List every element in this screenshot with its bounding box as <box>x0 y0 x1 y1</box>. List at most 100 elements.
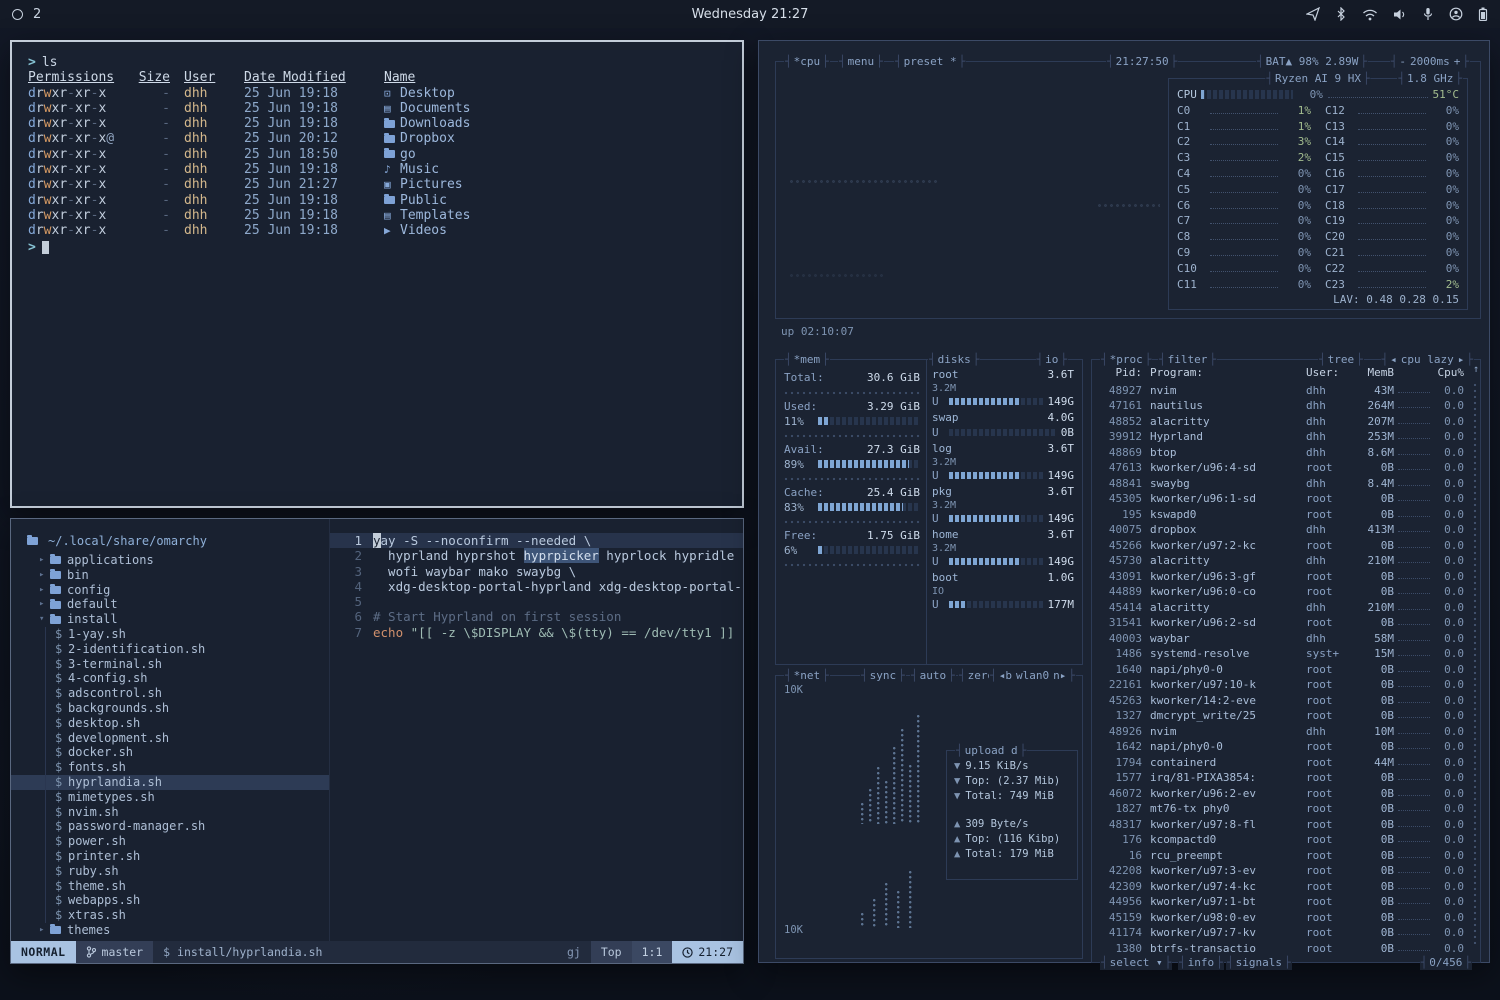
mem-box-label[interactable]: ┤*mem├ <box>784 352 830 367</box>
process-row[interactable]: 45263kworker/14:2-everoot0B0.0 <box>1100 691 1474 707</box>
proc-sort-selector[interactable]: ┤◂cpu lazy▸├ <box>1381 352 1474 367</box>
tree-item[interactable]: $theme.sh <box>11 879 329 894</box>
process-row[interactable]: 45730alacrittydhh210M0.0 <box>1100 552 1474 568</box>
tree-item[interactable]: ▸default <box>11 597 329 612</box>
proc-tree-toggle[interactable]: ┤tree├ <box>1318 352 1364 367</box>
tree-item[interactable]: $xtras.sh <box>11 908 329 923</box>
code-line[interactable]: 1yay -S --noconfirm --needed \ <box>330 533 743 548</box>
process-row[interactable]: 1827mt76-tx phy0root0B0.0 <box>1100 800 1474 816</box>
process-row[interactable]: 42208kworker/u97:3-evroot0B0.0 <box>1100 862 1474 878</box>
disks-toggle[interactable]: ┤disks├ <box>928 352 980 367</box>
io-toggle[interactable]: ┤io├ <box>1036 352 1069 367</box>
tree-item[interactable]: $power.sh <box>11 834 329 849</box>
preset-button[interactable]: ┤preset *├ <box>894 54 966 69</box>
file-tree-root[interactable]: ~/.local/share/omarchy <box>11 533 329 549</box>
tree-item[interactable]: $1-yay.sh <box>11 627 329 642</box>
prompt-line-empty[interactable]: > <box>28 240 726 255</box>
process-row[interactable]: 40075dropboxdhh413M0.0 <box>1100 521 1474 537</box>
microphone-icon[interactable] <box>1422 7 1434 21</box>
process-row[interactable]: 47161nautilusdhh264M0.0 <box>1100 397 1474 413</box>
cpu-box-label[interactable]: ┤*cpu├ <box>784 54 830 69</box>
process-row[interactable]: 48927nvimdhh43M0.0 <box>1100 381 1474 397</box>
process-row[interactable]: 48926nvimdhh10M0.0 <box>1100 722 1474 738</box>
process-row[interactable]: 195kswapd0root0B0.0 <box>1100 505 1474 521</box>
menu-button[interactable]: ┤menu├ <box>838 54 884 69</box>
tree-item[interactable]: $docker.sh <box>11 745 329 760</box>
code-line[interactable]: 2 hyprland hyprshot hyprpicker hyprlock … <box>330 548 743 563</box>
process-row[interactable]: 44956kworker/u97:1-btroot0B0.0 <box>1100 893 1474 909</box>
update-interval[interactable]: ┤-2000ms+├ <box>1390 54 1470 69</box>
net-box-label[interactable]: ┤*net├ <box>784 668 830 683</box>
tree-item[interactable]: ▸config <box>11 583 329 598</box>
launcher-icon[interactable] <box>12 9 23 20</box>
btop-window[interactable]: ┤*cpu├ ┤menu├ ┤preset *├ ┤21:27:50├ ┤BAT… <box>758 40 1490 963</box>
tree-item[interactable]: $mimetypes.sh <box>11 790 329 805</box>
battery-icon[interactable] <box>1478 7 1488 21</box>
wifi-icon[interactable] <box>1362 8 1378 21</box>
code-line[interactable]: 5 <box>330 594 743 609</box>
tree-item[interactable]: $password-manager.sh <box>11 819 329 834</box>
editor-window[interactable]: ~/.local/share/omarchy ▸applications▸bin… <box>10 518 744 964</box>
proc-signals-button[interactable]: ┤signals├ <box>1226 955 1292 970</box>
scroll-up-icon[interactable]: ↑ <box>1473 364 1479 375</box>
process-row[interactable]: 22161kworker/u97:10-kroot0B0.0 <box>1100 676 1474 692</box>
user-circle-icon[interactable] <box>1449 7 1463 21</box>
tree-item[interactable]: ▾install <box>11 612 329 627</box>
tree-item[interactable]: $webapps.sh <box>11 893 329 908</box>
tree-item[interactable]: $4-config.sh <box>11 671 329 686</box>
process-row[interactable]: 40003waybardhh58M0.0 <box>1100 629 1474 645</box>
tree-item[interactable]: $nvim.sh <box>11 805 329 820</box>
process-row[interactable]: 48869btopdhh8.6M0.0 <box>1100 443 1474 459</box>
process-row[interactable]: 48317kworker/u97:8-flroot0B0.0 <box>1100 815 1474 831</box>
process-row[interactable]: 48852alacrittydhh207M0.0 <box>1100 412 1474 428</box>
send-icon[interactable] <box>1306 7 1320 21</box>
process-row[interactable]: 1640napi/phy0-0root0B0.0 <box>1100 660 1474 676</box>
tree-item[interactable]: ▸themes <box>11 923 329 938</box>
net-panel-title[interactable]: ┤upload d├ <box>955 743 1027 758</box>
process-row[interactable]: 48841swaybgdhh8.4M0.0 <box>1100 474 1474 490</box>
code-line[interactable]: 6# Start Hyprland on first session <box>330 609 743 624</box>
process-row[interactable]: 39912Hyprlanddhh253M0.0 <box>1100 428 1474 444</box>
process-row[interactable]: 1794containerdroot44M0.0 <box>1100 753 1474 769</box>
proc-scrollbar[interactable] <box>1473 382 1477 944</box>
tree-item[interactable]: $backgrounds.sh <box>11 701 329 716</box>
process-row[interactable]: 1380btrfs-transactioroot0B0.0 <box>1100 939 1474 955</box>
proc-box-label[interactable]: ┤*proc├ <box>1100 352 1152 367</box>
process-row[interactable]: 45266kworker/u97:2-kcroot0B0.0 <box>1100 536 1474 552</box>
tree-item[interactable]: $development.sh <box>11 731 329 746</box>
process-row[interactable]: 1577irq/81-PIXA3854:root0B0.0 <box>1100 769 1474 785</box>
code-line[interactable]: 4 xdg-desktop-portal-hyprland xdg-deskto… <box>330 579 743 594</box>
tree-item[interactable]: ▸bin <box>11 568 329 583</box>
code-line[interactable]: 3 wofi waybar mako swaybg \ <box>330 564 743 579</box>
process-row[interactable]: 45414alacrittydhh210M0.0 <box>1100 598 1474 614</box>
proc-filter-button[interactable]: ┤filter├ <box>1158 352 1217 367</box>
process-row[interactable]: 176kcompactd0root0B0.0 <box>1100 831 1474 847</box>
proc-info-button[interactable]: ┤info├ <box>1178 955 1224 970</box>
tree-item[interactable]: $desktop.sh <box>11 716 329 731</box>
tree-item[interactable]: $3-terminal.sh <box>11 657 329 672</box>
tree-item[interactable]: $adscontrol.sh <box>11 686 329 701</box>
terminal-window[interactable]: >ls Permissions Size User Date Modified … <box>10 40 744 508</box>
editor-pane[interactable]: 1yay -S --noconfirm --needed \2 hyprland… <box>329 519 743 941</box>
volume-icon[interactable] <box>1393 8 1407 21</box>
process-row[interactable]: 47613kworker/u96:4-sdroot0B0.0 <box>1100 459 1474 475</box>
tree-item[interactable]: $2-identification.sh <box>11 642 329 657</box>
process-row[interactable]: 45305kworker/u96:1-sdroot0B0.0 <box>1100 490 1474 506</box>
process-row[interactable]: 1642napi/phy0-0root0B0.0 <box>1100 738 1474 754</box>
process-row[interactable]: 1486systemd-resolvesyst+15M0.0 <box>1100 645 1474 661</box>
tree-item[interactable]: ▸applications <box>11 553 329 568</box>
process-row[interactable]: 42309kworker/u97:4-kcroot0B0.0 <box>1100 877 1474 893</box>
process-row[interactable]: 16rcu_preemptroot0B0.0 <box>1100 846 1474 862</box>
tree-item[interactable]: $fonts.sh <box>11 760 329 775</box>
net-sync-toggle[interactable]: ┤sync├ <box>860 668 906 683</box>
process-row[interactable]: 1327dmcrypt_write/25root0B0.0 <box>1100 707 1474 723</box>
process-row[interactable]: 41174kworker/u97:7-kvroot0B0.0 <box>1100 924 1474 940</box>
tree-item[interactable]: $printer.sh <box>11 849 329 864</box>
process-row[interactable]: 45159kworker/u98:0-evroot0B0.0 <box>1100 908 1474 924</box>
bluetooth-icon[interactable] <box>1335 7 1347 21</box>
process-row[interactable]: 31541kworker/u96:2-sdroot0B0.0 <box>1100 614 1474 630</box>
process-row[interactable]: 43091kworker/u96:3-gfroot0B0.0 <box>1100 567 1474 583</box>
net-interface-selector[interactable]: ┤◂bwlan0n▸├ <box>989 668 1076 683</box>
net-auto-toggle[interactable]: ┤auto├ <box>910 668 956 683</box>
workspace-number[interactable]: 2 <box>33 7 41 22</box>
